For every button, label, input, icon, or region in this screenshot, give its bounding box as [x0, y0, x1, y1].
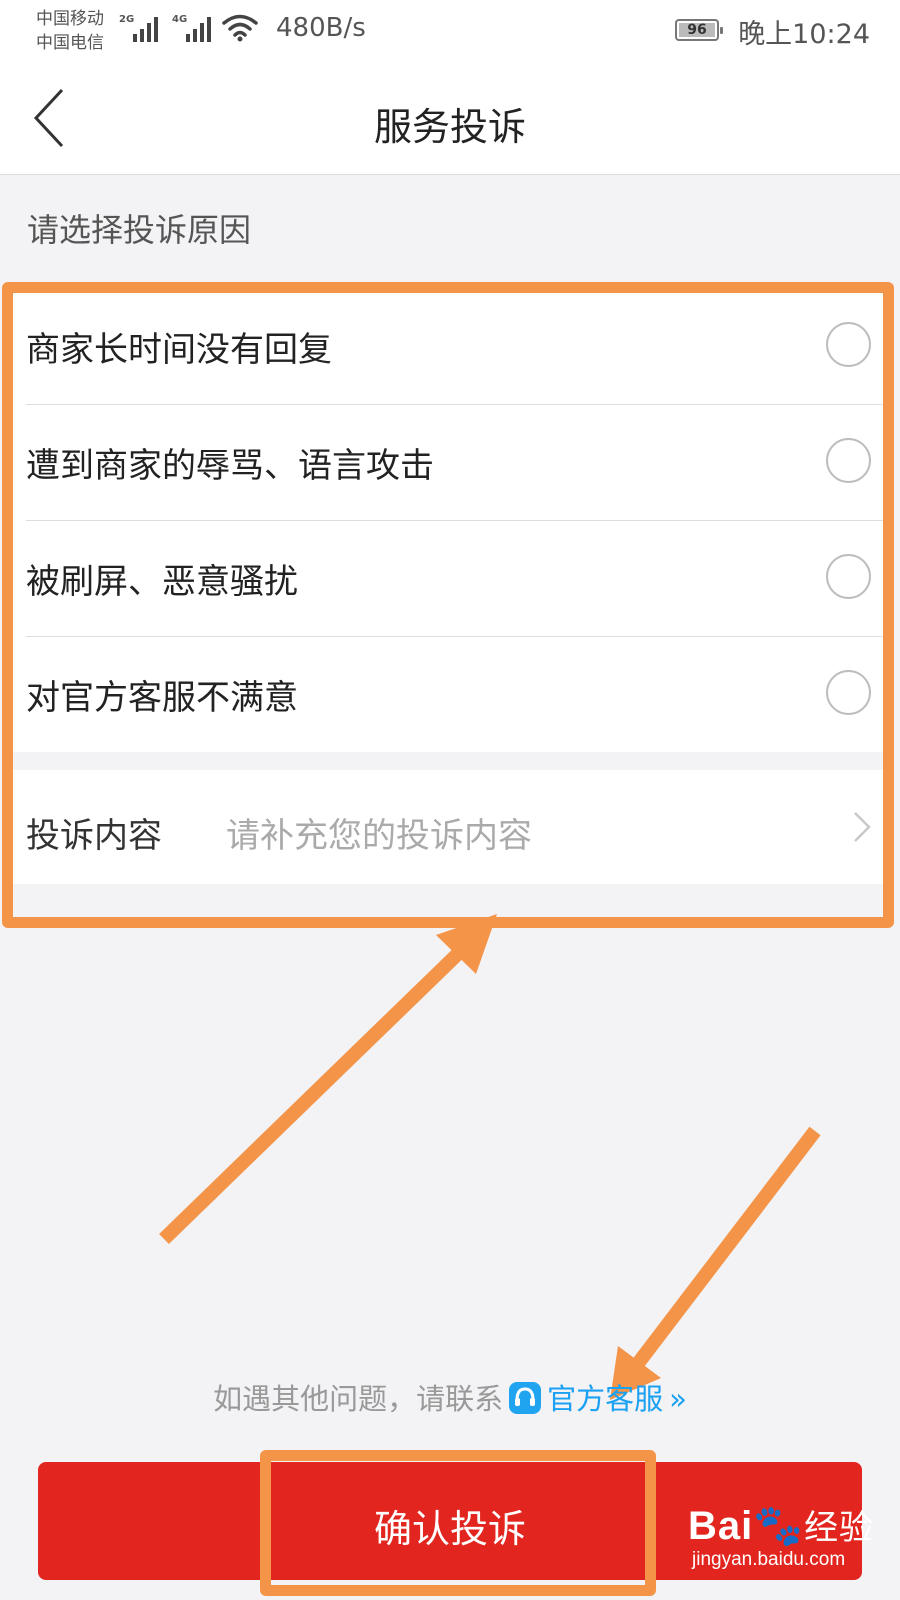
- headset-icon[interactable]: [509, 1382, 542, 1414]
- baidu-jingyan-watermark: Bai🐾经验 jingyan.baidu.com: [688, 1500, 874, 1571]
- double-chevron-icon[interactable]: »: [669, 1382, 687, 1416]
- official-service-link[interactable]: 官方客服: [547, 1382, 663, 1416]
- paw-icon: 🐾: [753, 1504, 805, 1548]
- annotation-arrows: [159, 914, 821, 1400]
- annotation-arrow-down: [610, 1126, 821, 1400]
- help-text: 如遇其他问题，请联系: [213, 1382, 504, 1416]
- watermark-brand: Bai🐾经验: [688, 1504, 875, 1548]
- annotation-arrow-up: [159, 914, 497, 1245]
- watermark-site: jingyan.baidu.com: [692, 1549, 846, 1570]
- annotation-button-box: [260, 1450, 656, 1596]
- help-line: 如遇其他问题，请联系 官方客服»: [0, 1376, 900, 1418]
